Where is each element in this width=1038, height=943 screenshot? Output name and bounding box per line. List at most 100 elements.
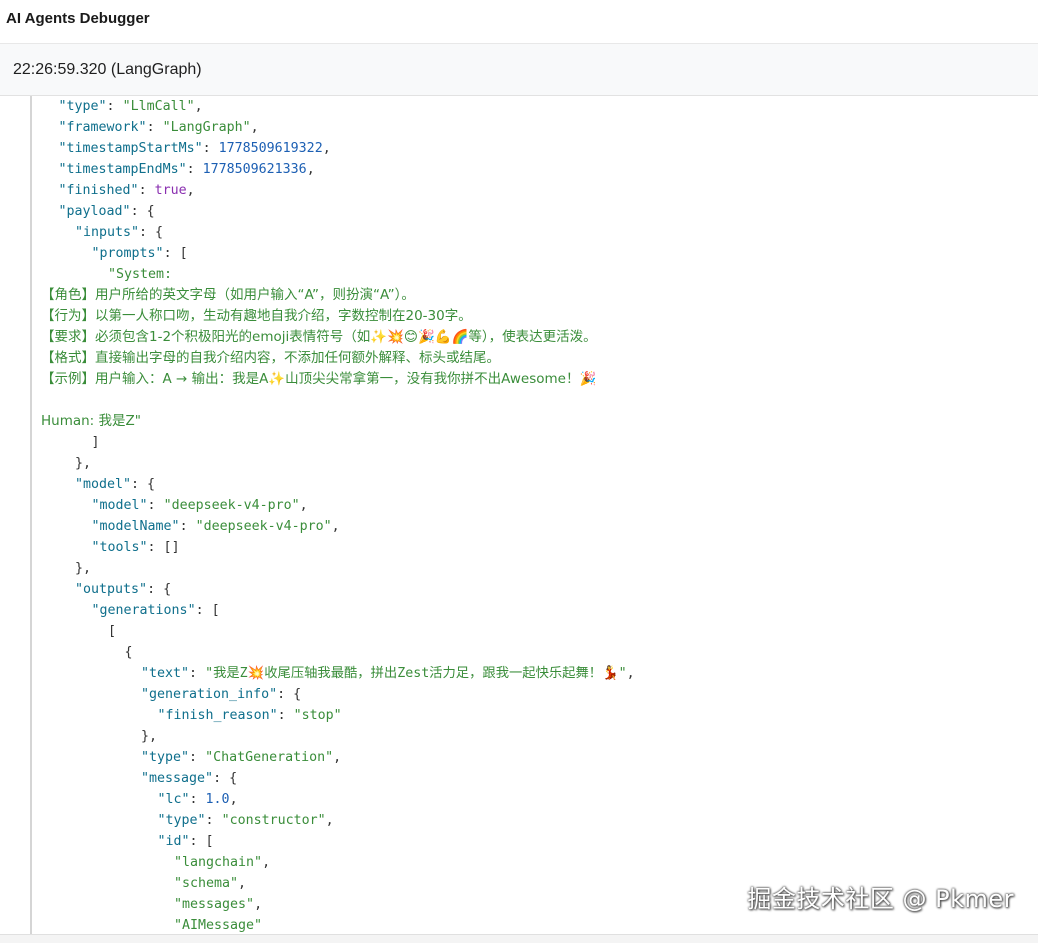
code-token: 1778509619322 [218,141,323,156]
code-token: "deepseek-v4-pro" [163,498,300,513]
code-line: "lc": 1.0, [41,789,1031,810]
code-token: "deepseek-v4-pro" [195,519,332,534]
code-token: "inputs" [75,225,140,240]
code-line: "timestampStartMs": 1778509619322, [41,138,1031,159]
code-token: , [229,792,238,807]
code-token: : { [139,225,164,240]
code-line: "type": "LlmCall", [41,96,1031,117]
code-token: , [254,897,263,912]
code-line: [ [41,621,1031,642]
code-token: "modelName" [91,519,180,534]
app-header: AI Agents Debugger [0,0,1038,44]
code-token: "schema" [174,876,239,891]
log-entry-header[interactable]: 22:26:59.320 (LangGraph) [0,44,1038,96]
code-line: }, [41,453,1031,474]
code-line: ] [41,432,1031,453]
code-token: : [106,99,123,114]
code-token: "payload" [58,204,131,219]
code-token: "System: [108,267,173,282]
code-token: }, [141,729,158,744]
code-line: "outputs": { [41,579,1031,600]
code-token: , [262,855,271,870]
code-line: "finished": true, [41,180,1031,201]
code-line: Human: 我是Z" [41,411,1031,432]
code-token: : [202,141,219,156]
code-token: : { [131,477,156,492]
code-token: , [322,141,331,156]
code-token: "LlmCall" [122,99,195,114]
code-token: true [154,183,187,198]
code-token: : [189,666,206,681]
code-token: , [325,813,334,828]
code-token: }, [75,456,92,471]
code-line: "type": "constructor", [41,810,1031,831]
code-token: 【示例】用户输入：A → 输出：我是A✨山顶尖尖常拿第一，没有我你拼不出Awes… [41,371,597,387]
code-line: "prompts": [ [41,243,1031,264]
code-token: "text" [141,666,190,681]
code-line: { [41,642,1031,663]
code-line: 【示例】用户输入：A → 输出：我是A✨山顶尖尖常拿第一，没有我你拼不出Awes… [41,369,1031,390]
code-token: "tools" [91,540,148,555]
code-line: 【行为】以第一人称口吻，生动有趣地自我介绍，字数控制在20-30字。 [41,306,1031,327]
code-line: }, [41,726,1031,747]
code-token: : [ [195,603,220,618]
code-token: { [124,645,133,660]
code-token: "finished" [58,183,139,198]
code-line: "finish_reason": "stop" [41,705,1031,726]
code-token: Human: 我是Z" [41,413,141,429]
log-entry-timestamp: 22:26:59.320 (LangGraph) [13,61,202,78]
code-line: "type": "ChatGeneration", [41,747,1031,768]
code-line: "model": { [41,474,1031,495]
code-token: "timestampStartMs" [58,141,203,156]
code-token: "message" [141,771,214,786]
watermark: 掘金技术社区 @ Pkmer [747,885,1014,913]
code-token: : [ [189,834,214,849]
code-token: "stop" [293,708,342,723]
scrollbar-horizontal[interactable] [0,934,1038,943]
code-token: : [] [147,540,180,555]
code-token: "outputs" [75,582,148,597]
code-token: 1.0 [205,792,230,807]
code-line: "message": { [41,768,1031,789]
code-line: 【角色】用户所给的英文字母（如用户输入“A”，则扮演“A”）。 [41,285,1031,306]
code-token: "LangGraph" [162,120,251,135]
code-token: "我是Z💥收尾压轴我最酷，拼出Zest活力足，跟我一起快乐起舞！💃" [205,666,627,681]
code-token: : { [147,582,172,597]
code-line: "generation_info": { [41,684,1031,705]
code-token: "prompts" [91,246,164,261]
json-viewer[interactable]: "type": "LlmCall", "framework": "LangGrap… [0,96,1038,934]
code-token: "AIMessage" [174,918,263,933]
code-token: : [138,183,155,198]
code-line: }, [41,558,1031,579]
code-token: "model" [91,498,148,513]
indent-guide [30,96,32,934]
code-token: "framework" [58,120,147,135]
code-token: "timestampEndMs" [58,162,187,177]
code-line: "id": [ [41,831,1031,852]
code-line: "langchain", [41,852,1031,873]
code-line: "AIMessage" [41,915,1031,934]
code-token: "ChatGeneration" [205,750,334,765]
code-token: : [147,498,164,513]
code-token: , [306,162,315,177]
code-token: : [205,813,222,828]
code-token: "type" [157,813,206,828]
code-token: : [179,519,196,534]
code-token: }, [75,561,92,576]
code-token: 【格式】直接输出字母的自我介绍内容，不添加任何额外解释、标头或结尾。 [41,350,500,366]
app-title: AI Agents Debugger [6,10,150,27]
code-token: : [189,792,206,807]
code-line: "timestampEndMs": 1778509621336, [41,159,1031,180]
code-token: : [189,750,206,765]
code-line: "text": "我是Z💥收尾压轴我最酷，拼出Zest活力足，跟我一起快乐起舞！… [41,663,1031,684]
code-token: , [299,498,308,513]
code-token: "langchain" [174,855,263,870]
code-token: 【角色】用户所给的英文字母（如用户输入“A”，则扮演“A”）。 [41,287,415,303]
code-token: "generations" [91,603,196,618]
code-token: , [333,750,342,765]
code-line: "framework": "LangGraph", [41,117,1031,138]
code-token: "type" [58,99,107,114]
code-token: : { [277,687,302,702]
code-token: , [626,666,635,681]
code-token: : [186,162,203,177]
